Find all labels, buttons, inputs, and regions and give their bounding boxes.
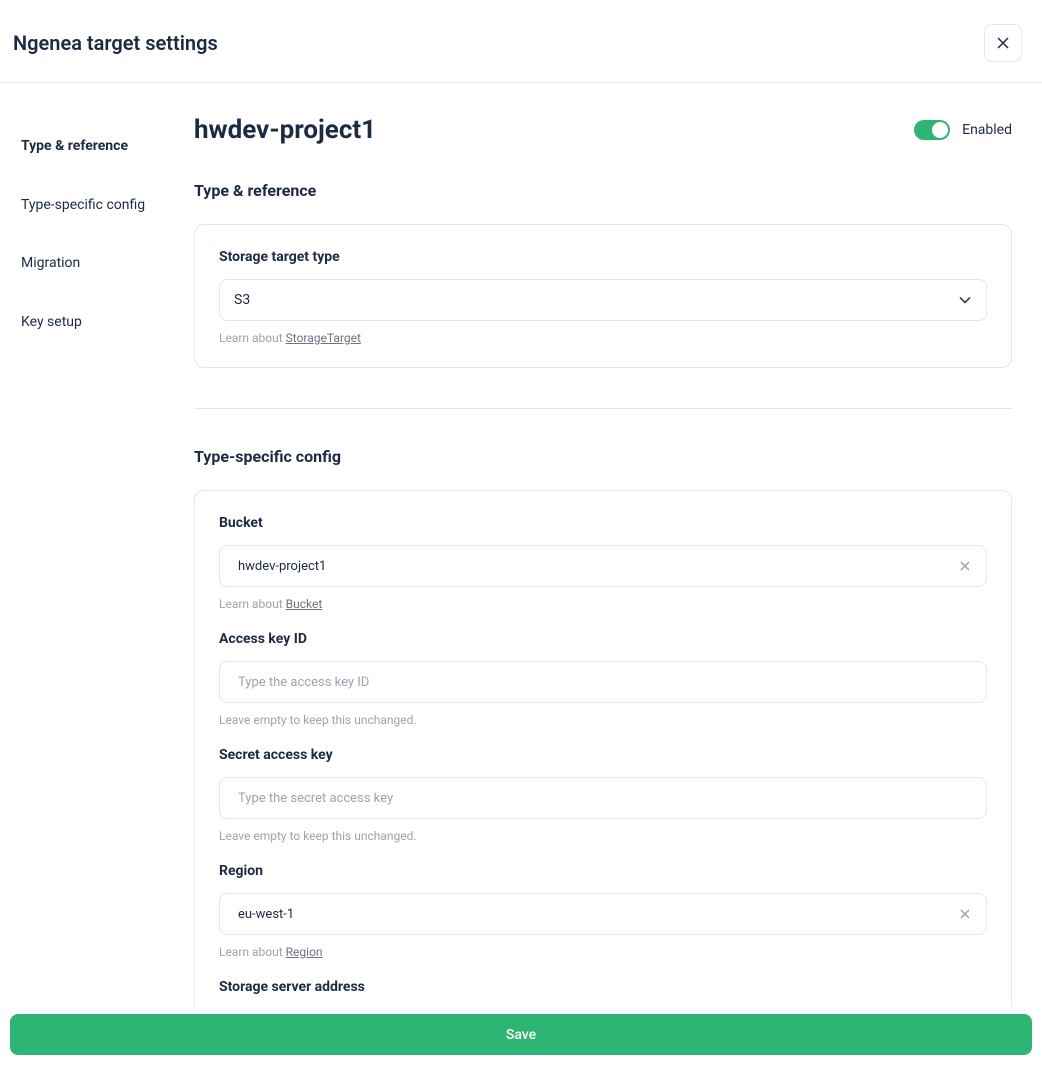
access-key-input[interactable]: [219, 661, 987, 703]
bucket-link[interactable]: Bucket: [286, 597, 323, 611]
secret-key-input-wrap: [219, 777, 987, 819]
region-input-wrap: [219, 893, 987, 935]
section-heading-type-reference: Type & reference: [194, 181, 1012, 200]
section-heading-type-specific: Type-specific config: [194, 447, 1012, 466]
bucket-help: Learn about Bucket: [219, 597, 987, 611]
access-key-help: Leave empty to keep this unchanged.: [219, 713, 987, 727]
enabled-toggle-wrap: Enabled: [914, 120, 1012, 140]
storage-target-link[interactable]: StorageTarget: [286, 331, 361, 345]
access-key-input-wrap: [219, 661, 987, 703]
server-address-label: Storage server address: [219, 979, 987, 995]
main-content[interactable]: hwdev-project1 Enabled Type & reference …: [194, 83, 1042, 1006]
enabled-label: Enabled: [962, 122, 1012, 138]
region-label: Region: [219, 863, 987, 879]
learn-prefix: Learn about: [219, 597, 286, 611]
sidebar-item-migration[interactable]: Migration: [21, 242, 194, 286]
region-input[interactable]: [219, 893, 987, 935]
close-button[interactable]: [984, 24, 1022, 62]
access-key-label: Access key ID: [219, 631, 987, 647]
header-title: Ngenea target settings: [13, 31, 218, 55]
card-type-specific: Bucket Learn about Bucket Access key ID: [194, 490, 1012, 1006]
sidebar-item-key-setup[interactable]: Key setup: [21, 301, 194, 345]
region-help: Learn about Region: [219, 945, 987, 959]
secret-key-help: Leave empty to keep this unchanged.: [219, 829, 987, 843]
learn-prefix: Learn about: [219, 331, 286, 345]
sidebar-item-type-specific-config[interactable]: Type-specific config: [21, 184, 194, 228]
title-row: hwdev-project1 Enabled: [194, 115, 1012, 145]
secret-key-label: Secret access key: [219, 747, 987, 763]
sidebar: Type & reference Type-specific config Mi…: [0, 83, 194, 1006]
footer: Save: [0, 1006, 1042, 1066]
bucket-input-wrap: [219, 545, 987, 587]
storage-type-help: Learn about StorageTarget: [219, 331, 987, 345]
clear-icon[interactable]: [957, 558, 973, 574]
storage-type-select-wrap: [219, 279, 987, 321]
save-button[interactable]: Save: [10, 1014, 1032, 1055]
region-link[interactable]: Region: [286, 945, 323, 959]
bucket-input[interactable]: [219, 545, 987, 587]
secret-key-input[interactable]: [219, 777, 987, 819]
learn-prefix: Learn about: [219, 945, 286, 959]
sidebar-item-type-reference[interactable]: Type & reference: [21, 125, 194, 169]
storage-type-select[interactable]: [219, 279, 987, 321]
header: Ngenea target settings: [0, 0, 1042, 83]
page-title: hwdev-project1: [194, 115, 376, 145]
section-divider: [194, 408, 1012, 409]
storage-type-label: Storage target type: [219, 249, 987, 265]
enabled-toggle[interactable]: [914, 120, 950, 140]
card-type-reference: Storage target type Learn about StorageT…: [194, 224, 1012, 368]
clear-icon[interactable]: [957, 906, 973, 922]
close-icon: [996, 36, 1010, 50]
body: Type & reference Type-specific config Mi…: [0, 83, 1042, 1006]
bucket-label: Bucket: [219, 515, 987, 531]
